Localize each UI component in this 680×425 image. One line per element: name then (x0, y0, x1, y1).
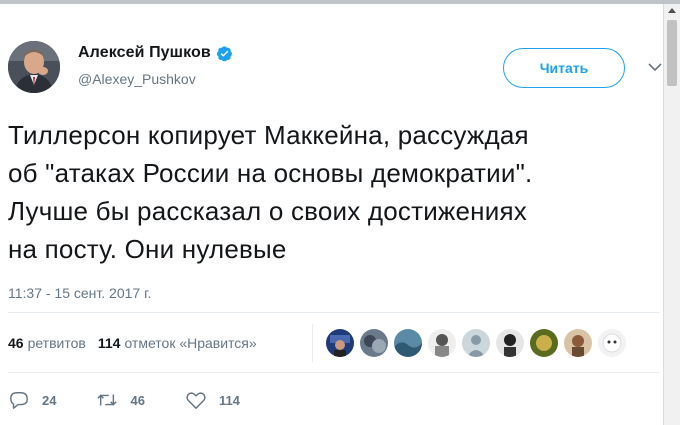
like-stat-count[interactable]: 114 (98, 335, 121, 351)
reply-icon (10, 392, 28, 409)
author-avatar-image (8, 41, 60, 93)
chevron-down-icon[interactable] (648, 62, 662, 72)
tweet-timestamp[interactable]: 11:37 - 15 сент. 2017 г. (8, 285, 151, 301)
reply-action[interactable]: 24 (8, 390, 56, 410)
like-count: 114 (218, 392, 240, 408)
like-stat-label[interactable]: отметок «Нравится» (124, 335, 256, 351)
reply-count: 24 (42, 392, 57, 408)
retweet-stat-count[interactable]: 46 (8, 335, 24, 351)
author-display-name[interactable]: Алексей Пушков (78, 44, 211, 62)
scroll-thumb[interactable] (667, 20, 677, 86)
tweet-text: Тиллерсон копирует Маккейна, рассуждая о… (8, 116, 663, 268)
verified-icon (216, 45, 232, 61)
tweet-text-line: Тиллерсон копирует Маккейна, рассуждая (8, 120, 529, 150)
author-handle[interactable]: @Alexey_Pushkov (78, 71, 196, 87)
likers-avatars (326, 329, 632, 357)
retweet-action[interactable]: 46 (96, 390, 145, 410)
tweet-text-line: Лучше бы рассказал о своих достижениях (8, 196, 527, 226)
liker-avatar[interactable] (428, 329, 456, 357)
author-avatar[interactable] (8, 41, 60, 93)
author-name-row: Алексей Пушков (78, 44, 233, 62)
tweet-actions: 24 46 114 (8, 390, 280, 410)
liker-avatar[interactable] (496, 329, 524, 357)
window-top-border (0, 0, 680, 4)
tweet-stats: 46 ретвитов 114 отметок «Нравится» (8, 335, 257, 351)
divider (8, 372, 660, 373)
liker-avatar[interactable] (530, 329, 558, 357)
liker-avatar[interactable] (394, 329, 422, 357)
like-action[interactable]: 114 (185, 390, 240, 410)
divider (8, 312, 660, 313)
retweet-count: 46 (130, 392, 145, 408)
follow-button[interactable]: Читать (503, 48, 625, 88)
liker-avatar[interactable] (360, 329, 388, 357)
tweet-text-line: об "атаках России на основы демократии". (8, 158, 533, 188)
tweet-text-line: на посту. Они нулевые (8, 234, 287, 264)
liker-avatar[interactable] (564, 329, 592, 357)
liker-avatar[interactable] (598, 329, 626, 357)
retweet-stat-label[interactable]: ретвитов (28, 335, 86, 351)
liker-avatar[interactable] (462, 329, 490, 357)
liker-avatar[interactable] (326, 329, 354, 357)
scroll-up-arrow-icon[interactable] (668, 8, 676, 13)
like-icon (186, 392, 206, 409)
stats-separator (312, 324, 313, 362)
scrollbar[interactable] (663, 4, 680, 425)
retweet-icon (97, 394, 118, 406)
